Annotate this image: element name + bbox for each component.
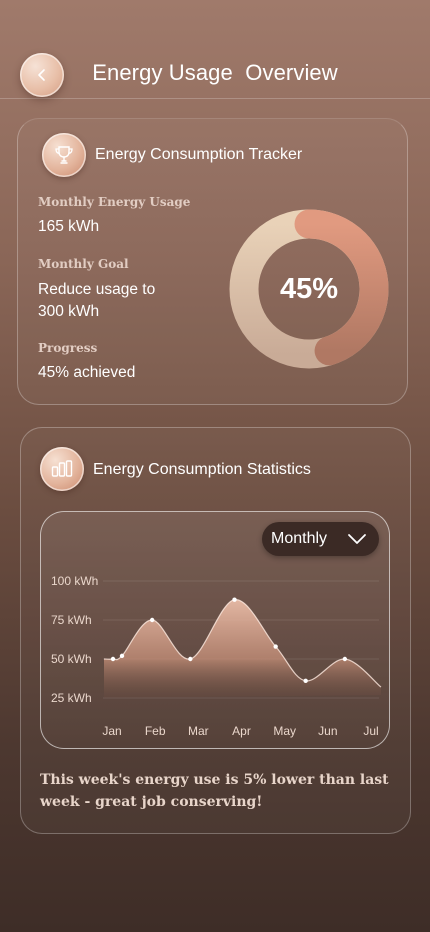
progress-label: Progress — [38, 341, 98, 355]
energy-statistics-card: Energy Consumption Statistics 100 kWh 75 … — [20, 427, 411, 834]
data-point — [342, 656, 348, 662]
progress-donut: 45% — [228, 208, 390, 370]
data-point — [149, 617, 155, 623]
goal-line1: Reduce usage to — [38, 281, 156, 298]
trophy-icon — [55, 146, 73, 164]
data-point — [303, 678, 308, 684]
data-point — [232, 597, 237, 602]
bar-chart-icon — [51, 460, 73, 477]
data-point — [273, 644, 278, 649]
y-tick-label: 100 kWh — [51, 574, 98, 588]
energy-tracker-card: Energy Consumption Tracker Monthly Energ… — [17, 118, 408, 405]
goal-line2: 300 kWh — [38, 303, 100, 320]
x-tick-label: Feb — [145, 724, 166, 738]
chevron-down-icon — [348, 534, 366, 544]
y-tick-label: 25 kWh — [51, 691, 92, 705]
progress-value: 45% achieved — [38, 364, 136, 381]
y-tick-label: 50 kWh — [51, 652, 92, 666]
weekly-message: This week's energy use is 5% lower than … — [40, 772, 389, 810]
y-tick-label: 75 kWh — [51, 613, 92, 627]
period-value: Monthly — [271, 530, 328, 547]
data-point — [188, 656, 193, 662]
x-tick-label: Jun — [318, 724, 337, 738]
usage-area — [104, 599, 381, 698]
data-point — [119, 653, 125, 659]
chart-container: 100 kWh 75 kWh 50 kWh 25 kWh Jan Feb Mar Apr May… — [40, 511, 390, 749]
tracker-title: Energy Consumption Tracker — [95, 146, 303, 163]
statistics-title: Energy Consumption Statistics — [93, 461, 311, 478]
x-tick-label: Apr — [232, 724, 251, 738]
goal-label: Monthly Goal — [38, 257, 129, 271]
data-point — [110, 656, 116, 662]
x-tick-label: Jan — [102, 724, 121, 738]
x-tick-label: May — [273, 724, 296, 738]
monthly-usage-value: 165 kWh — [38, 218, 100, 235]
donut-percentage: 45% — [279, 272, 339, 305]
bar-chart-badge — [40, 447, 84, 491]
trophy-badge — [42, 133, 86, 177]
period-dropdown[interactable]: Monthly — [262, 522, 379, 556]
x-tick-label: Mar — [188, 724, 209, 738]
monthly-usage-label: Monthly Energy Usage — [38, 195, 191, 209]
header: Energy Usage Overview — [0, 0, 430, 99]
x-tick-label: Jul — [363, 724, 378, 738]
page-title: Energy Usage Overview — [92, 60, 338, 85]
